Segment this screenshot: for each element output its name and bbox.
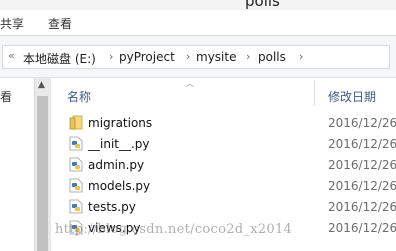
navigation-pane: 看 <box>0 78 34 251</box>
address-row: « 本地磁盘 (E:) › pyProject › mysite › polls… <box>0 36 396 78</box>
file-date: 2016/12/26 <box>328 137 396 151</box>
breadcrumb-drive-e[interactable]: 本地磁盘 (E:) <box>23 50 96 67</box>
python-file-icon <box>69 157 83 172</box>
nav-item-label[interactable]: 看 <box>0 88 12 105</box>
column-header-date-modified[interactable]: 修改日期 <box>328 88 376 105</box>
scrollbar-thumb[interactable] <box>37 96 48 251</box>
file-name: tests.py <box>88 200 136 214</box>
watermark-text: http://blog.csdn.net/coco2d_x2014 <box>55 222 293 237</box>
file-row-tests-py[interactable]: tests.py 2016/12/26 <box>52 197 396 218</box>
window-title: polls <box>245 0 280 10</box>
file-name: models.py <box>88 179 151 193</box>
sort-ascending-icon: ︿ <box>186 79 194 88</box>
file-row-init-py[interactable]: __init__.py 2016/12/26 <box>52 134 396 155</box>
title-bar: polls <box>0 0 396 10</box>
navigation-scrollbar[interactable]: ▲ <box>34 78 51 251</box>
tab-view[interactable]: 查看 <box>48 15 72 32</box>
file-row-migrations[interactable]: migrations 2016/12/26 <box>52 113 396 134</box>
column-header-name[interactable]: 名称 <box>67 88 91 105</box>
chevron-right-icon[interactable]: › <box>246 50 250 63</box>
file-date: 2016/12/26 <box>328 221 396 235</box>
file-row-models-py[interactable]: models.py 2016/12/26 <box>52 176 396 197</box>
column-divider[interactable] <box>314 80 315 106</box>
chevron-right-icon[interactable]: › <box>186 50 190 63</box>
file-row-admin-py[interactable]: admin.py 2016/12/26 <box>52 155 396 176</box>
address-bar[interactable]: « 本地磁盘 (E:) › pyProject › mysite › polls… <box>2 45 390 69</box>
file-name: migrations <box>88 116 153 130</box>
python-file-icon <box>69 178 83 193</box>
file-date: 2016/12/26 <box>328 116 396 130</box>
file-name: admin.py <box>88 158 145 172</box>
file-date: 2016/12/26 <box>328 158 396 172</box>
tab-share[interactable]: 共享 <box>0 15 24 32</box>
folder-icon <box>69 115 83 130</box>
python-file-icon <box>69 136 83 151</box>
file-date: 2016/12/26 <box>328 200 396 214</box>
file-date: 2016/12/26 <box>328 179 396 193</box>
breadcrumb-overflow-button[interactable]: « <box>8 49 15 62</box>
breadcrumb-mysite[interactable]: mysite <box>196 50 236 64</box>
breadcrumb-pyproject[interactable]: pyProject <box>119 50 175 64</box>
python-file-icon <box>69 199 83 214</box>
ribbon: 共享 查看 <box>0 10 396 36</box>
file-name: __init__.py <box>88 137 150 151</box>
breadcrumb-polls[interactable]: polls <box>258 50 286 64</box>
chevron-right-icon[interactable]: › <box>299 50 303 63</box>
scroll-up-arrow-icon[interactable]: ▲ <box>38 80 45 90</box>
chevron-right-icon[interactable]: › <box>109 50 113 63</box>
